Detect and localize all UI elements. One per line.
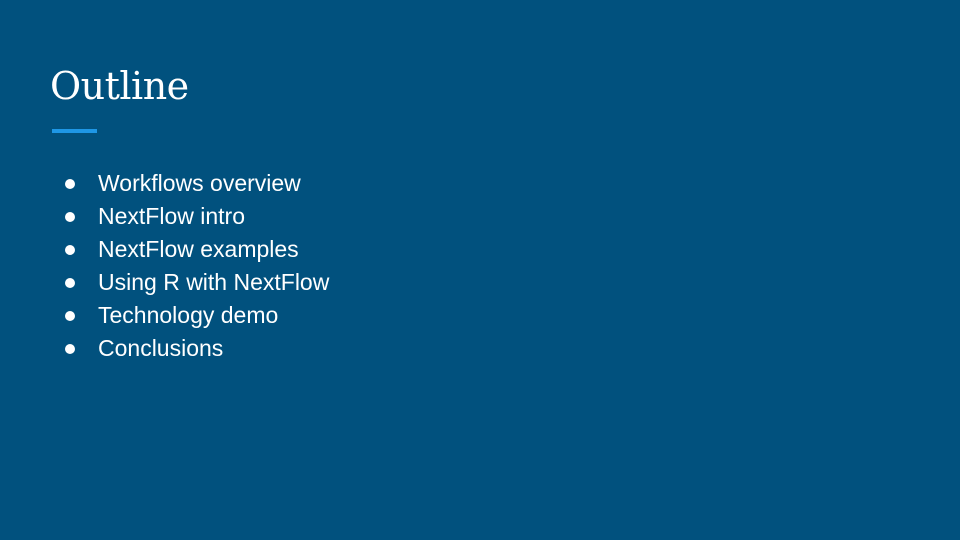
bullet-text: Workflows overview [98, 170, 301, 196]
bullet-dot-icon [65, 310, 75, 321]
bullet-text: NextFlow intro [98, 203, 245, 229]
bullet-item: Workflows overview [60, 167, 329, 200]
bullet-item: Technology demo [60, 299, 329, 332]
slide-title: Outline [50, 64, 189, 108]
bullet-dot-icon [65, 178, 75, 189]
bullet-text: Using R with NextFlow [98, 269, 330, 295]
slide: Outline Workflows overview NextFlow intr… [0, 0, 960, 540]
bullet-item: Using R with NextFlow [60, 266, 329, 299]
bullet-list: Workflows overview NextFlow intro NextFl… [60, 167, 329, 365]
bullet-dot-icon [65, 211, 75, 222]
bullet-item: NextFlow examples [60, 233, 329, 266]
bullet-dot-icon [65, 244, 75, 255]
bullet-text: Conclusions [98, 335, 224, 361]
bullet-item: Conclusions [60, 332, 329, 365]
bullet-dot-icon [65, 277, 75, 288]
bullet-text: Technology demo [98, 302, 279, 328]
bullet-dot-icon [65, 343, 75, 354]
bullet-text: NextFlow examples [98, 236, 299, 262]
bullet-item: NextFlow intro [60, 200, 329, 233]
title-accent-bar [52, 129, 97, 133]
